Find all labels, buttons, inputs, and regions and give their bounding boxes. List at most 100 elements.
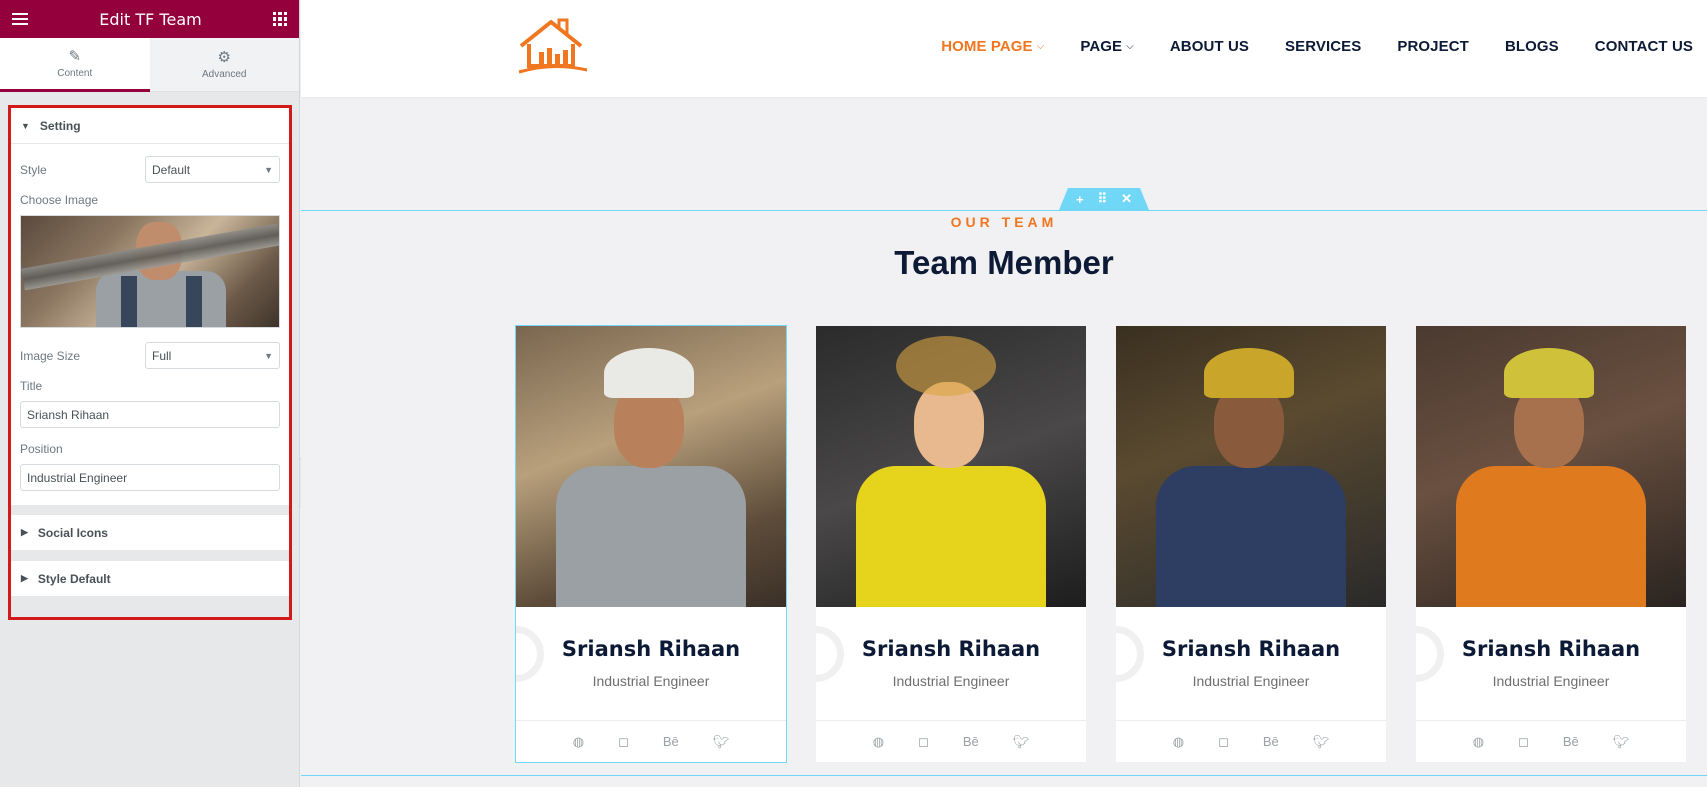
widgets-grid-icon[interactable]	[272, 12, 287, 26]
tab-advanced[interactable]: ⚙ Advanced	[149, 38, 299, 92]
photo-body	[1156, 466, 1346, 607]
image-size-select[interactable]: Full ▼	[145, 342, 280, 369]
nav-services[interactable]: SERVICES	[1285, 38, 1361, 55]
dribbble-icon[interactable]: ◍	[873, 734, 884, 750]
image-size-label: Image Size	[20, 348, 81, 363]
image-size-row: Image Size Full ▼	[20, 342, 280, 369]
pencil-icon: ✎	[68, 47, 82, 65]
section-handle: + ⠿ ✕	[1059, 188, 1149, 210]
editor-panel: Edit TF Team ✎ Content ⚙ Advanced ▼ Sett…	[0, 0, 300, 787]
style-default-toggle[interactable]: ▶ Style Default	[11, 561, 289, 597]
chevron-down-icon: ⌵	[1036, 41, 1045, 52]
social-links: ◍ ◻ Bē 🐦︎	[516, 720, 786, 762]
social-links: ◍ ◻ Bē 🐦︎	[816, 720, 1086, 762]
team-card[interactable]: Sriansh Rihaan Industrial Engineer ◍ ◻ B…	[1416, 326, 1686, 762]
style-select[interactable]: Default ▼	[145, 156, 280, 183]
photo-hair	[896, 336, 996, 396]
nav-blogs[interactable]: BLOGS	[1505, 38, 1559, 55]
drag-handle-icon[interactable]: ⠿	[1098, 191, 1108, 207]
nav-label: HOME PAGE	[941, 38, 1033, 55]
house-logo-icon[interactable]	[515, 16, 591, 78]
twitter-icon[interactable]: 🐦︎	[713, 734, 730, 750]
position-label: Position	[20, 442, 63, 456]
photo-body	[1456, 466, 1646, 607]
nav-label: ABOUT US	[1169, 38, 1249, 55]
team-cards: Sriansh Rihaan Industrial Engineer ◍ ◻ B…	[515, 325, 1686, 763]
tab-content[interactable]: ✎ Content	[0, 38, 150, 92]
member-role: Industrial Engineer	[1492, 673, 1610, 689]
member-name: Sriansh Rihaan	[1161, 637, 1341, 661]
nav-label: SERVICES	[1284, 38, 1362, 55]
social-icons-section: ▶ Social Icons	[11, 515, 289, 551]
section-gap	[11, 505, 289, 515]
nav-label: CONTACT US	[1594, 38, 1693, 55]
close-icon[interactable]: ✕	[1121, 191, 1132, 207]
nav-page[interactable]: PAGE ⌵	[1080, 38, 1133, 55]
dribbble-icon[interactable]: ◍	[1173, 734, 1184, 750]
photo-helmet	[1204, 348, 1294, 398]
caret-right-icon: ▶	[21, 527, 28, 537]
style-default-heading: Style Default	[37, 571, 111, 586]
social-icons-toggle[interactable]: ▶ Social Icons	[11, 515, 289, 551]
social-links: ◍ ◻ Bē 🐦︎	[1416, 720, 1686, 762]
gear-icon: ⚙	[217, 48, 231, 66]
nav-contact-us[interactable]: CONTACT US	[1595, 38, 1693, 55]
setting-body: Style Default ▼ Choose Image Image Size	[11, 144, 289, 505]
photo-body	[856, 466, 1046, 607]
title-label: Title	[20, 379, 43, 393]
member-role: Industrial Engineer	[892, 673, 1010, 689]
instagram-icon[interactable]: ◻	[918, 734, 929, 750]
behance-icon[interactable]: Bē	[663, 734, 679, 749]
chevron-down-icon: ▼	[264, 164, 273, 175]
setting-section: ▼ Setting Style Default ▼ Choose Image I…	[11, 108, 289, 505]
nav-home-page[interactable]: HOME PAGE ⌵	[941, 38, 1044, 55]
behance-icon[interactable]: Bē	[1563, 734, 1579, 749]
team-card[interactable]: Sriansh Rihaan Industrial Engineer ◍ ◻ B…	[515, 325, 787, 763]
card-body: Sriansh Rihaan Industrial Engineer	[1116, 637, 1386, 689]
image-chooser[interactable]	[20, 215, 280, 328]
behance-icon[interactable]: Bē	[963, 734, 979, 749]
chevron-down-icon: ▼	[264, 350, 273, 361]
panel-title: Edit TF Team	[99, 9, 202, 29]
style-row: Style Default ▼	[20, 156, 280, 183]
instagram-icon[interactable]: ◻	[1218, 734, 1229, 750]
choose-image-label: Choose Image	[20, 193, 99, 207]
dribbble-icon[interactable]: ◍	[1473, 734, 1484, 750]
menu-icon[interactable]	[12, 13, 28, 25]
tab-advanced-label: Advanced	[202, 68, 247, 80]
member-name: Sriansh Rihaan	[1461, 637, 1641, 661]
title-input[interactable]	[20, 401, 280, 428]
position-input[interactable]	[20, 464, 280, 491]
thumb-strap	[121, 276, 137, 327]
instagram-icon[interactable]: ◻	[618, 734, 629, 750]
style-label: Style	[20, 162, 47, 177]
twitter-icon[interactable]: 🐦︎	[1313, 734, 1330, 750]
add-section-icon[interactable]: +	[1076, 192, 1084, 207]
social-icons-heading: Social Icons	[37, 525, 108, 540]
member-photo	[1116, 326, 1386, 607]
caret-right-icon: ▶	[21, 573, 28, 583]
instagram-icon[interactable]: ◻	[1518, 734, 1529, 750]
team-card[interactable]: Sriansh Rihaan Industrial Engineer ◍ ◻ B…	[816, 326, 1086, 762]
nav-about-us[interactable]: ABOUT US	[1170, 38, 1249, 55]
behance-icon[interactable]: Bē	[1263, 734, 1279, 749]
setting-section-toggle[interactable]: ▼ Setting	[11, 108, 289, 144]
member-role: Industrial Engineer	[592, 673, 710, 689]
twitter-icon[interactable]: 🐦︎	[1013, 734, 1030, 750]
style-select-value: Default	[152, 162, 191, 177]
setting-heading: Setting	[39, 118, 81, 133]
dribbble-icon[interactable]: ◍	[573, 734, 584, 750]
chevron-down-icon: ⌵	[1126, 41, 1134, 52]
social-links: ◍ ◻ Bē 🐦︎	[1116, 720, 1386, 762]
controls-area: ▼ Setting Style Default ▼ Choose Image I…	[8, 105, 292, 620]
twitter-icon[interactable]: 🐦︎	[1613, 734, 1630, 750]
panel-tabs: ✎ Content ⚙ Advanced	[0, 38, 299, 92]
team-card[interactable]: Sriansh Rihaan Industrial Engineer ◍ ◻ B…	[1116, 326, 1386, 762]
member-photo	[516, 326, 786, 607]
nav-label: PAGE	[1080, 38, 1123, 55]
site-header: HOME PAGE ⌵ PAGE ⌵ ABOUT US SERVICES PRO…	[301, 0, 1707, 97]
section-eyebrow: OUR TEAM	[950, 214, 1058, 230]
style-default-section: ▶ Style Default	[11, 561, 289, 597]
card-body: Sriansh Rihaan Industrial Engineer	[816, 637, 1086, 689]
nav-project[interactable]: PROJECT	[1397, 38, 1469, 55]
